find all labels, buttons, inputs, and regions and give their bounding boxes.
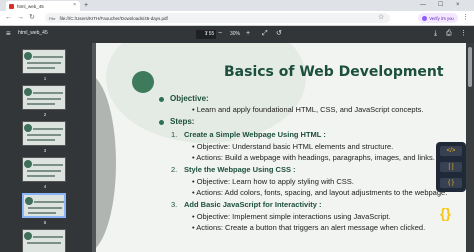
verify-label: Verify it's you <box>429 15 454 21</box>
step-number: 3. <box>171 200 178 209</box>
slide-title: Basics of Web Development <box>224 64 444 80</box>
thumbnail-number: 4 <box>43 184 47 189</box>
browser-menu-icon[interactable]: ⋮ <box>462 13 469 23</box>
step-objective: • Objective: Understand basic HTML eleme… <box>192 142 394 151</box>
minimize-button[interactable]: — <box>420 0 426 10</box>
bullet-icon <box>159 97 164 102</box>
pdf-page: Basics of Web Development Objective: • L… <box>96 43 472 252</box>
page-thumbnail[interactable] <box>22 49 66 74</box>
code-widget: </> [ ] { } <box>436 142 466 192</box>
step-title: Create a Simple Webpage Using HTML : <box>184 130 326 139</box>
sidebar-toggle-icon[interactable]: ≡ <box>6 29 11 39</box>
step-actions: • Actions: Create a button that triggers… <box>192 223 426 232</box>
decorative-circle <box>132 71 154 93</box>
objective-label: Objective: <box>170 94 209 103</box>
curly-braces-icon: { } <box>440 178 462 188</box>
avatar <box>422 15 428 21</box>
url-field[interactable]: File file:///C:/Users/KITH/Faoucher/Down… <box>45 13 390 23</box>
scheme-label: File <box>49 15 56 21</box>
page-thumbnail[interactable] <box>22 229 66 252</box>
bookmark-star-icon[interactable]: ☆ <box>378 13 384 23</box>
thumbnail-number: 1 <box>43 76 47 81</box>
step-actions: • Actions: Build a webpage with headings… <box>192 153 435 162</box>
thumbnail-sidebar: 1 2 3 4 5 <box>0 43 92 252</box>
more-options-icon[interactable]: ⋮ <box>460 29 467 39</box>
vertical-scrollbar[interactable] <box>466 43 474 252</box>
step-number: 2. <box>171 165 178 174</box>
reload-icon[interactable]: ↻ <box>29 13 35 23</box>
browser-window: html_web_45 × + — ☐ × ← → ↻ File file://… <box>0 0 474 252</box>
zoom-level[interactable]: 30% <box>230 30 240 39</box>
step-actions: • Actions: Add colors, fonts, spacing, a… <box>192 188 448 197</box>
document-title: html_web_45 <box>18 30 48 36</box>
thumbnail-number: 3 <box>43 148 47 153</box>
forward-icon[interactable]: → <box>17 13 24 23</box>
title-bar: html_web_45 × + — ☐ × <box>0 0 474 11</box>
step-number: 1. <box>171 130 178 139</box>
maximize-button[interactable]: ☐ <box>438 0 443 10</box>
browser-tab[interactable]: html_web_45 × <box>6 1 80 11</box>
page-total: / 55 <box>206 31 215 37</box>
thumbnail-number: 5 <box>43 220 47 225</box>
page-thumbnail-selected[interactable] <box>22 193 66 218</box>
javascript-braces-icon: {} <box>440 205 451 221</box>
pdf-favicon-icon <box>9 3 14 9</box>
step-title: Add Basic JavaScript for Interactivity : <box>184 200 322 209</box>
close-window-button[interactable]: × <box>456 0 460 10</box>
download-icon[interactable]: ⤓ <box>434 29 437 39</box>
step-objective: • Objective: Learn how to apply styling … <box>192 177 354 186</box>
code-tag-icon: </> <box>440 146 462 156</box>
tab-close-icon[interactable]: × <box>73 2 76 8</box>
back-icon[interactable]: ← <box>5 13 12 23</box>
objective-text: • Learn and apply foundational HTML, CSS… <box>192 105 424 114</box>
address-bar: ← → ↻ File file:///C:/Users/KITH/Faouche… <box>0 11 474 26</box>
verify-profile-button[interactable]: Verify it's you <box>418 13 458 23</box>
thumbnail-number: 2 <box>43 112 47 117</box>
page-thumbnail[interactable] <box>22 157 66 182</box>
decorative-shape <box>106 43 306 143</box>
print-icon[interactable]: ⎙ <box>446 29 452 39</box>
scroll-thumb[interactable] <box>468 47 472 87</box>
zoom-out-icon[interactable]: − <box>218 29 222 39</box>
zoom-in-icon[interactable]: + <box>246 29 250 39</box>
url-text[interactable]: file:///C:/Users/KITH/Faoucher/Downloads… <box>59 16 167 21</box>
brackets-icon: [ ] <box>440 162 462 172</box>
page-thumbnail[interactable] <box>22 85 66 110</box>
pdf-viewer[interactable]: Basics of Web Development Objective: • L… <box>92 43 474 252</box>
step-title: Style the Webpage Using CSS : <box>184 165 296 174</box>
tab-title: html_web_45 <box>17 3 44 9</box>
page-thumbnail[interactable] <box>22 121 66 146</box>
step-objective: • Objective: Implement simple interactio… <box>192 212 391 221</box>
rotate-icon[interactable]: ↺ <box>276 29 282 39</box>
fit-page-icon[interactable]: ⤢ <box>262 29 268 39</box>
pdf-toolbar: ≡ html_web_45 1 / 55 − 30% + ⤢ ↺ ⤓ ⎙ ⋮ <box>0 26 474 43</box>
new-tab-button[interactable]: + <box>84 1 88 10</box>
bullet-icon <box>159 120 164 125</box>
steps-label: Steps: <box>170 117 195 126</box>
